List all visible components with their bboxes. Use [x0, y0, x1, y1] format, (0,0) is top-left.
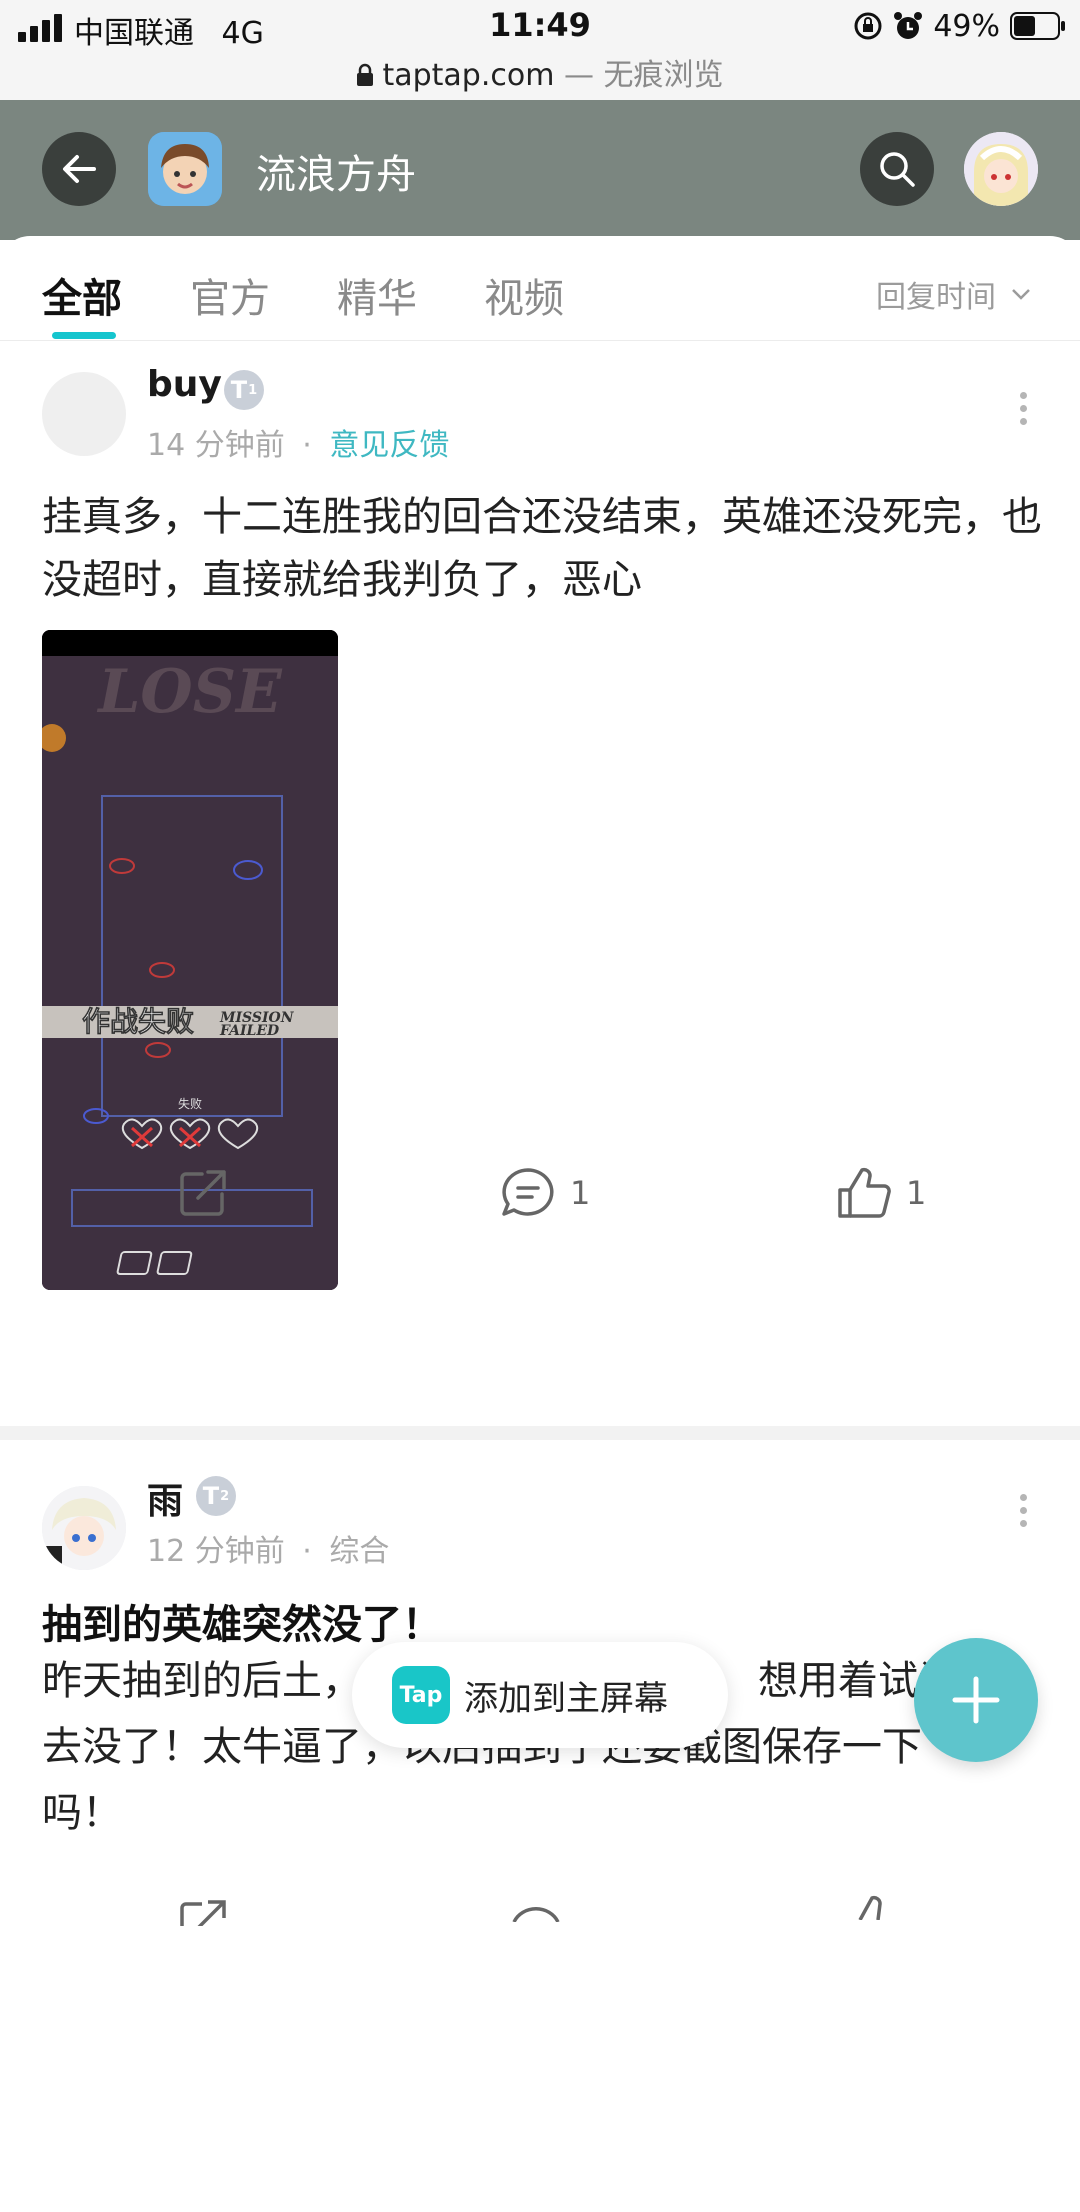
meta-separator: ·	[302, 428, 312, 463]
post-time: 12 分钟前	[147, 1534, 285, 1569]
thumbs-up-icon	[838, 1167, 891, 1218]
level-badge: T1	[224, 370, 264, 410]
app-header: 流浪方舟	[0, 100, 1080, 240]
status-right: 49%	[853, 8, 1066, 44]
badge-letter: T	[230, 376, 248, 404]
tab-video[interactable]: 视频	[484, 266, 564, 324]
rotation-lock-icon	[854, 12, 882, 40]
lock-icon	[357, 63, 374, 86]
badge-letter: T	[202, 1482, 220, 1510]
post-body-part: 昨天抽到的后土，	[42, 1658, 362, 1704]
tab-active-indicator	[52, 332, 116, 339]
lose-text: LOSE	[96, 657, 283, 727]
game-icon[interactable]	[148, 132, 222, 206]
fail-en-text-2: FAILED	[219, 1023, 280, 1039]
post-actions: 1 1	[0, 1166, 1080, 1246]
tab-bar: 全部 官方 精华 视频 回复时间	[0, 236, 1080, 341]
badge-level: 2	[220, 1488, 230, 1504]
sort-label: 回复时间	[876, 280, 996, 315]
url-domain: taptap.com	[382, 58, 555, 93]
meta-separator: ·	[302, 1534, 312, 1569]
tab-featured[interactable]: 精华	[337, 266, 417, 324]
search-icon	[880, 152, 915, 187]
comment-count: 1	[570, 1174, 591, 1212]
page-title: 流浪方舟	[256, 152, 416, 198]
post-body-line: 吗！	[42, 1790, 122, 1836]
fail-cn-text: 作战失败	[82, 1005, 194, 1038]
author-name[interactable]: buy	[147, 364, 222, 405]
avatar[interactable]	[42, 372, 126, 456]
sort-dropdown[interactable]: 回复时间	[876, 272, 1032, 316]
avatar[interactable]	[42, 1486, 126, 1570]
url-bar[interactable]: taptap.com — 无痕浏览	[0, 50, 1080, 94]
battery-percent: 49%	[933, 8, 1000, 44]
url-mode: — 无痕浏览	[554, 58, 724, 93]
post-meta: 14 分钟前 · 意见反馈	[147, 420, 449, 464]
tab-official[interactable]: 官方	[190, 266, 270, 324]
alarm-icon	[894, 12, 923, 39]
level-badge: T2	[196, 1476, 236, 1516]
more-options-button[interactable]	[1020, 392, 1028, 432]
chevron-down-icon	[1012, 289, 1030, 300]
avatar-image	[42, 1486, 126, 1570]
like-button[interactable]: 1	[836, 1166, 926, 1220]
thumbs-up-icon[interactable]	[846, 1890, 902, 1920]
new-post-button[interactable]	[914, 1638, 1038, 1762]
post-divider	[0, 1426, 1080, 1440]
taptap-logo: Tap	[392, 1666, 450, 1724]
comment-icon[interactable]	[508, 1892, 564, 1922]
author-name[interactable]: 雨	[147, 1472, 183, 1524]
post-category[interactable]: 意见反馈	[329, 428, 449, 463]
toast-text: 添加到主屏幕	[464, 1678, 668, 1719]
avatar-image	[964, 132, 1038, 206]
tab-all[interactable]: 全部	[42, 266, 122, 324]
back-button[interactable]	[42, 132, 116, 206]
share-icon	[180, 1170, 226, 1216]
share-button[interactable]	[176, 1166, 230, 1220]
fail-small-text: 失败	[178, 1096, 202, 1111]
search-button[interactable]	[860, 132, 934, 206]
battery-icon	[1010, 12, 1065, 40]
more-options-button[interactable]	[1020, 1494, 1028, 1534]
post-meta: 12 分钟前 · 综合	[147, 1526, 389, 1570]
status-bar: 中国联通 4G 11:49 49% taptap.com — 无痕浏览	[0, 0, 1080, 100]
user-avatar[interactable]	[964, 132, 1038, 206]
plus-icon	[952, 1676, 1000, 1724]
share-icon[interactable]	[176, 1896, 230, 1926]
post-title: 抽到的英雄突然没了！	[42, 1602, 442, 1648]
comment-icon	[502, 1168, 554, 1216]
badge-level: 1	[248, 382, 258, 398]
post-category[interactable]: 综合	[329, 1534, 389, 1569]
post-body: 挂真多，十二连胜我的回合还没结束，英雄还没死完，也没超时，直接就给我判负了，恶心	[42, 494, 1042, 603]
game-character-image	[148, 132, 222, 206]
add-to-home-toast[interactable]: Tap 添加到主屏幕	[352, 1642, 728, 1748]
comment-button[interactable]: 1	[500, 1166, 590, 1220]
post-time: 14 分钟前	[147, 428, 285, 463]
like-count: 1	[906, 1174, 927, 1212]
arrow-left-icon	[63, 155, 96, 183]
post-actions	[0, 2132, 1080, 2212]
